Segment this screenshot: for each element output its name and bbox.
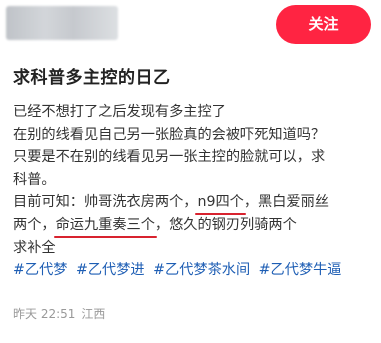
underlined-destiny: 命运九重奏三个: [53, 214, 158, 238]
post-location: 江西: [81, 307, 106, 321]
known-line2-prefix: 两个，: [13, 216, 56, 233]
known-line-1: 目前可知：帅哥洗衣房两个，n9四个，黑白爱丽丝: [13, 191, 375, 215]
body-line-2: 在别的线看见自己另一张脸真的会被吓死知道吗？: [13, 126, 326, 143]
tag-link[interactable]: #乙代梦茶水间: [153, 262, 250, 278]
body-line-4: 科普。: [13, 171, 56, 188]
body-line-3: 只要是不在别的线看见另一张主控的脸就可以，求: [13, 149, 326, 166]
known-prefix: 目前可知：帅哥洗衣房两个，: [13, 194, 198, 211]
tag-link[interactable]: #乙代梦: [13, 262, 67, 278]
post-meta: 昨天 22:51 江西: [13, 306, 111, 322]
tag-list: #乙代梦 #乙代梦进 #乙代梦茶水间 #乙代梦牛逼: [13, 259, 375, 282]
post-title: 求科普多主控的日乙: [13, 68, 171, 88]
tag-link[interactable]: #乙代梦牛逼: [259, 262, 342, 278]
follow-button[interactable]: 关注: [276, 5, 371, 44]
known-line-2: 两个，命运九重奏三个，悠久的钢刃列骑两个: [13, 214, 375, 238]
underlined-n9: n9四个: [195, 191, 247, 215]
post-header: 关注: [0, 0, 381, 54]
closing-line: 求补全: [13, 239, 56, 256]
blurred-author-avatar[interactable]: [6, 6, 118, 40]
known-middle: ，黑白爱丽丝: [243, 194, 329, 211]
post-body: 已经不想打了之后发现有多主控了 在别的线看见自己另一张脸真的会被吓死知道吗？ 只…: [13, 101, 375, 282]
body-line-1: 已经不想打了之后发现有多主控了: [13, 104, 226, 120]
post-page: 关注 求科普多主控的日乙 已经不想打了之后发现有多主控了 在别的线看见自己另一张…: [0, 0, 381, 343]
tag-link[interactable]: #乙代梦进: [76, 262, 145, 278]
post-time: 昨天 22:51: [13, 307, 76, 321]
known-line2-suffix: ，悠久的钢刃列骑两个: [154, 216, 297, 233]
